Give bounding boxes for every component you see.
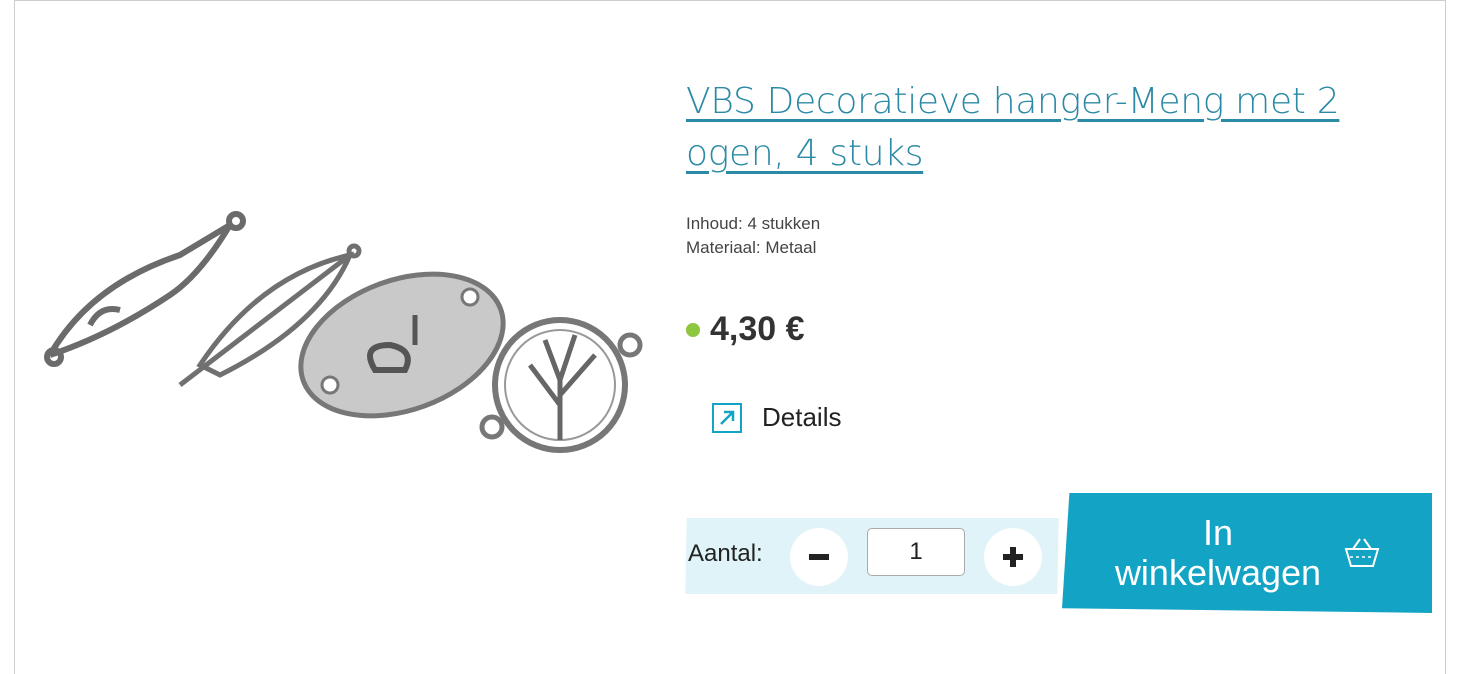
- product-specs: Inhoud: 4 stukken Materiaal: Metaal: [686, 212, 820, 260]
- add-to-cart-button[interactable]: In winkelwagen: [1062, 493, 1432, 613]
- minus-icon: [809, 554, 829, 560]
- basket-icon: [1344, 538, 1380, 567]
- plus-icon: [1003, 547, 1023, 567]
- decrease-quantity-button[interactable]: [790, 528, 848, 586]
- details-label: Details: [762, 402, 842, 432]
- price: 4,30 €: [710, 310, 805, 348]
- price-row: 4,30 €: [686, 310, 805, 349]
- quantity-input[interactable]: [867, 528, 965, 576]
- spec-content: Inhoud: 4 stukken: [686, 214, 821, 233]
- product-image[interactable]: [30, 205, 645, 465]
- increase-quantity-button[interactable]: [984, 528, 1042, 586]
- quantity-label: Aantal:: [688, 540, 763, 567]
- external-link-icon: [712, 402, 742, 433]
- details-link[interactable]: Details: [712, 402, 841, 433]
- stock-indicator-icon: [686, 322, 700, 337]
- add-to-cart-label: In winkelwagen: [1114, 512, 1322, 593]
- product-title[interactable]: VBS Decoratieve hanger-Meng met 2 ogen, …: [686, 76, 1426, 180]
- spec-material: Materiaal: Metaal: [686, 238, 817, 257]
